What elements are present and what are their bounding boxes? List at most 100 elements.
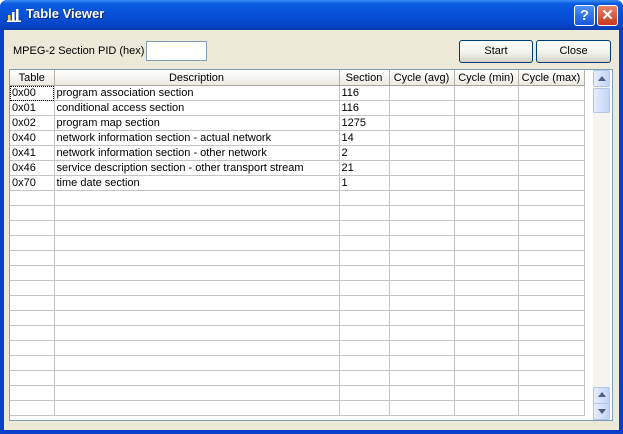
table-cell[interactable] bbox=[518, 385, 585, 401]
table-cell[interactable] bbox=[389, 250, 455, 266]
table-cell[interactable] bbox=[389, 205, 455, 221]
table-cell[interactable] bbox=[518, 190, 585, 206]
table-cell[interactable]: service description section - other tran… bbox=[54, 160, 340, 176]
table-cell[interactable]: 1275 bbox=[339, 115, 390, 131]
table-cell[interactable]: 21 bbox=[339, 160, 390, 176]
table-row[interactable] bbox=[10, 295, 585, 311]
table-cell[interactable] bbox=[518, 85, 585, 101]
table-cell[interactable] bbox=[389, 130, 455, 146]
table-cell[interactable] bbox=[10, 340, 55, 356]
table-cell[interactable] bbox=[518, 265, 585, 281]
table-cell[interactable] bbox=[389, 85, 455, 101]
table-row[interactable]: 0x46 service description section - other … bbox=[10, 160, 585, 176]
table-cell[interactable] bbox=[454, 115, 519, 131]
table-cell[interactable] bbox=[518, 400, 585, 416]
start-button[interactable]: Start bbox=[459, 40, 533, 63]
table-cell[interactable] bbox=[518, 160, 585, 176]
table-row[interactable] bbox=[10, 190, 585, 206]
section-table[interactable]: Table Description Section Cycle (avg) Cy… bbox=[10, 70, 585, 420]
table-row[interactable] bbox=[10, 355, 585, 371]
table-cell[interactable] bbox=[54, 220, 340, 236]
table-cell[interactable] bbox=[10, 310, 55, 326]
table-cell[interactable] bbox=[454, 370, 519, 386]
table-cell[interactable] bbox=[518, 235, 585, 251]
table-cell[interactable]: 0x02 bbox=[10, 115, 55, 131]
column-header-cycle-avg[interactable]: Cycle (avg) bbox=[389, 70, 455, 86]
column-header-cycle-max[interactable]: Cycle (max) bbox=[518, 70, 585, 86]
close-button[interactable]: Close bbox=[536, 40, 611, 63]
table-cell[interactable] bbox=[339, 190, 390, 206]
table-cell[interactable] bbox=[389, 265, 455, 281]
table-cell[interactable] bbox=[454, 145, 519, 161]
table-cell[interactable] bbox=[54, 190, 340, 206]
table-cell[interactable]: time date section bbox=[54, 175, 340, 191]
table-cell[interactable] bbox=[454, 220, 519, 236]
table-cell[interactable] bbox=[339, 235, 390, 251]
table-cell[interactable] bbox=[339, 280, 390, 296]
table-cell[interactable] bbox=[339, 220, 390, 236]
table-cell[interactable]: 2 bbox=[339, 145, 390, 161]
table-cell[interactable] bbox=[454, 385, 519, 401]
column-header-description[interactable]: Description bbox=[54, 70, 340, 86]
table-cell[interactable] bbox=[389, 325, 455, 341]
table-cell[interactable] bbox=[54, 325, 340, 341]
table-cell[interactable]: 0x00 bbox=[10, 85, 55, 101]
table-row[interactable]: 0x02 program map section 1275 bbox=[10, 115, 585, 131]
table-row[interactable] bbox=[10, 265, 585, 281]
table-row[interactable]: 0x01 conditional access section 116 bbox=[10, 100, 585, 116]
table-cell[interactable] bbox=[389, 340, 455, 356]
scroll-down-button-upper[interactable] bbox=[593, 387, 610, 404]
table-cell[interactable]: 0x41 bbox=[10, 145, 55, 161]
table-cell[interactable] bbox=[54, 205, 340, 221]
table-cell[interactable] bbox=[54, 265, 340, 281]
table-cell[interactable]: 116 bbox=[339, 85, 390, 101]
table-cell[interactable] bbox=[518, 205, 585, 221]
help-button[interactable]: ? bbox=[574, 5, 595, 26]
table-cell[interactable] bbox=[389, 400, 455, 416]
table-cell[interactable] bbox=[389, 370, 455, 386]
table-cell[interactable] bbox=[454, 325, 519, 341]
table-row[interactable] bbox=[10, 235, 585, 251]
table-cell[interactable] bbox=[518, 295, 585, 311]
table-cell[interactable] bbox=[10, 250, 55, 266]
table-cell[interactable]: 0x01 bbox=[10, 100, 55, 116]
table-cell[interactable] bbox=[54, 355, 340, 371]
table-cell[interactable]: 1 bbox=[339, 175, 390, 191]
table-cell[interactable]: program association section bbox=[54, 85, 340, 101]
table-cell[interactable] bbox=[454, 250, 519, 266]
table-cell[interactable] bbox=[518, 325, 585, 341]
table-cell[interactable] bbox=[54, 280, 340, 296]
table-cell[interactable] bbox=[518, 250, 585, 266]
table-cell[interactable] bbox=[339, 250, 390, 266]
table-cell[interactable] bbox=[339, 310, 390, 326]
table-cell[interactable] bbox=[339, 355, 390, 371]
title-bar[interactable]: Table Viewer ? ✕ bbox=[0, 0, 623, 30]
scroll-thumb[interactable] bbox=[593, 88, 610, 113]
table-cell[interactable] bbox=[518, 355, 585, 371]
table-cell[interactable] bbox=[10, 400, 55, 416]
table-cell[interactable] bbox=[518, 130, 585, 146]
table-cell[interactable] bbox=[454, 280, 519, 296]
table-cell[interactable] bbox=[339, 205, 390, 221]
table-row[interactable]: 0x70 time date section 1 bbox=[10, 175, 585, 191]
table-cell[interactable] bbox=[339, 325, 390, 341]
column-header-table[interactable]: Table bbox=[10, 70, 55, 86]
table-cell[interactable] bbox=[518, 115, 585, 131]
table-cell[interactable] bbox=[10, 295, 55, 311]
table-cell[interactable] bbox=[454, 205, 519, 221]
table-cell[interactable] bbox=[454, 130, 519, 146]
table-cell[interactable] bbox=[518, 340, 585, 356]
table-cell[interactable]: program map section bbox=[54, 115, 340, 131]
table-cell[interactable] bbox=[339, 295, 390, 311]
table-cell[interactable] bbox=[10, 235, 55, 251]
table-cell[interactable] bbox=[54, 310, 340, 326]
table-cell[interactable]: 0x46 bbox=[10, 160, 55, 176]
table-cell[interactable] bbox=[389, 160, 455, 176]
table-cell[interactable] bbox=[10, 190, 55, 206]
table-row[interactable] bbox=[10, 205, 585, 221]
table-row[interactable] bbox=[10, 250, 585, 266]
table-cell[interactable] bbox=[454, 265, 519, 281]
table-cell[interactable] bbox=[518, 145, 585, 161]
table-cell[interactable] bbox=[454, 355, 519, 371]
table-cell[interactable] bbox=[54, 385, 340, 401]
